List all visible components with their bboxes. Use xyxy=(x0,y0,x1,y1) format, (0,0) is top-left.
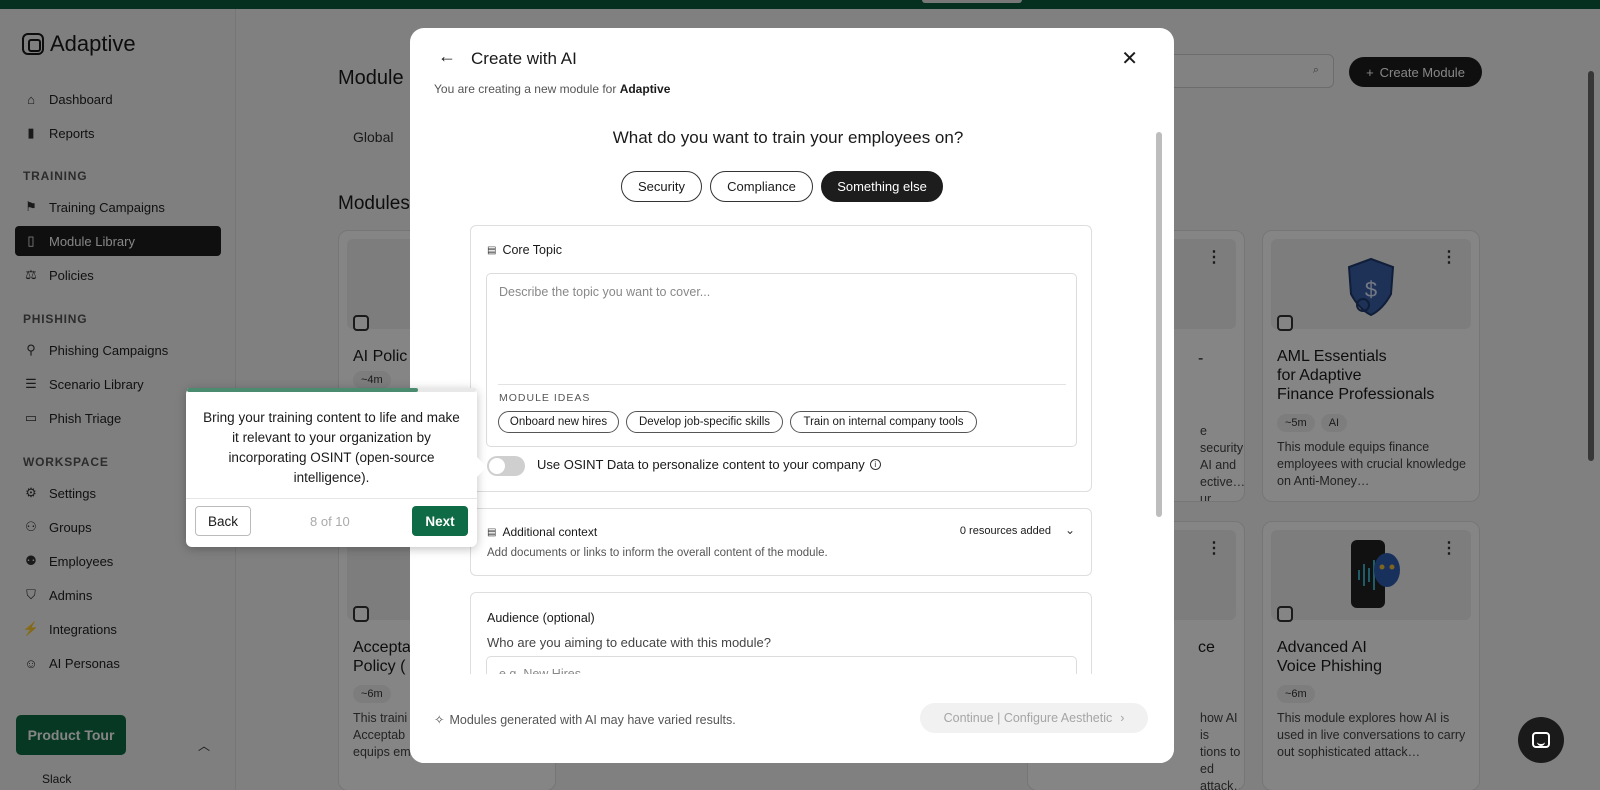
info-icon[interactable]: i xyxy=(869,459,881,470)
tour-progress-fill xyxy=(187,388,419,392)
footer-note-text: Modules generated with AI may have varie… xyxy=(449,712,736,727)
modal-title: Create with AI xyxy=(471,49,577,68)
chat-icon xyxy=(1532,732,1550,748)
topic-security-button[interactable]: Security xyxy=(621,171,702,202)
arrow-left-icon[interactable]: ← xyxy=(438,46,456,67)
modal-subtitle-prefix: You are creating a new module for xyxy=(434,82,617,96)
sparkle-person-icon: ✧ xyxy=(434,713,445,727)
document-icon: ▤ xyxy=(487,526,497,538)
resources-count: 0 resources added xyxy=(959,525,1051,537)
core-topic-textarea[interactable]: Describe the topic you want to cover... … xyxy=(486,273,1077,447)
osint-label: Use OSINT Data to personalize content to… xyxy=(537,457,881,472)
audience-question: Who are you aiming to educate with this … xyxy=(487,635,771,650)
chat-launcher-button[interactable] xyxy=(1518,717,1564,763)
tour-popover: Bring your training content to life and … xyxy=(186,388,487,547)
modal-scrollbar[interactable] xyxy=(1156,132,1162,517)
additional-context-title: ▤ Additional context xyxy=(487,525,597,539)
osint-toggle[interactable] xyxy=(487,456,525,476)
core-topic-placeholder: Describe the topic you want to cover... xyxy=(499,285,711,299)
idea-job-specific-skills[interactable]: Develop job-specific skills xyxy=(626,411,783,433)
core-topic-label-text: Core Topic xyxy=(502,243,562,257)
modal-footer: ✧ Modules generated with AI may have var… xyxy=(410,674,1174,763)
module-ideas-label: MODULE IDEAS xyxy=(499,392,591,404)
training-question: What do you want to train your employees… xyxy=(612,128,964,147)
modal-subtitle: You are creating a new module for Adapti… xyxy=(434,82,670,96)
chevron-down-icon[interactable]: ⌄ xyxy=(1065,523,1075,537)
additional-context-description: Add documents or links to inform the ove… xyxy=(487,547,828,559)
create-with-ai-modal: ← Create with AI ✕ You are creating a ne… xyxy=(410,28,1174,763)
tour-step-counter: 8 of 10 xyxy=(310,514,350,529)
chevron-right-icon: › xyxy=(1120,711,1125,725)
topic-compliance-button[interactable]: Compliance xyxy=(710,171,813,202)
additional-context-panel[interactable]: ▤ Additional context 0 resources added ⌄… xyxy=(470,508,1092,576)
note-icon: ▤ xyxy=(487,244,497,256)
idea-internal-company-tools[interactable]: Train on internal company tools xyxy=(790,411,977,433)
idea-onboard-new-hires[interactable]: Onboard new hires xyxy=(498,411,619,433)
topic-something-else-button[interactable]: Something else xyxy=(821,171,943,202)
core-topic-panel: ▤ Core Topic Describe the topic you want… xyxy=(470,225,1092,492)
continue-button[interactable]: Continue | Configure Aesthetic › xyxy=(920,703,1148,733)
core-topic-label: ▤ Core Topic xyxy=(487,243,562,257)
close-icon[interactable]: ✕ xyxy=(1121,46,1138,71)
tour-next-button[interactable]: Next xyxy=(412,506,468,536)
audience-title: Audience (optional) xyxy=(487,611,595,625)
tour-text: Bring your training content to life and … xyxy=(203,410,460,485)
continue-label: Continue | Configure Aesthetic xyxy=(943,711,1113,725)
tour-back-button[interactable]: Back xyxy=(195,506,251,536)
toggle-knob xyxy=(489,458,505,474)
divider xyxy=(498,384,1066,385)
divider xyxy=(186,498,477,499)
additional-context-title-text: Additional context xyxy=(502,525,598,539)
footer-note: ✧ Modules generated with AI may have var… xyxy=(434,712,736,728)
osint-label-text: Use OSINT Data to personalize content to… xyxy=(537,457,865,472)
modal-subtitle-org: Adaptive xyxy=(619,82,671,96)
